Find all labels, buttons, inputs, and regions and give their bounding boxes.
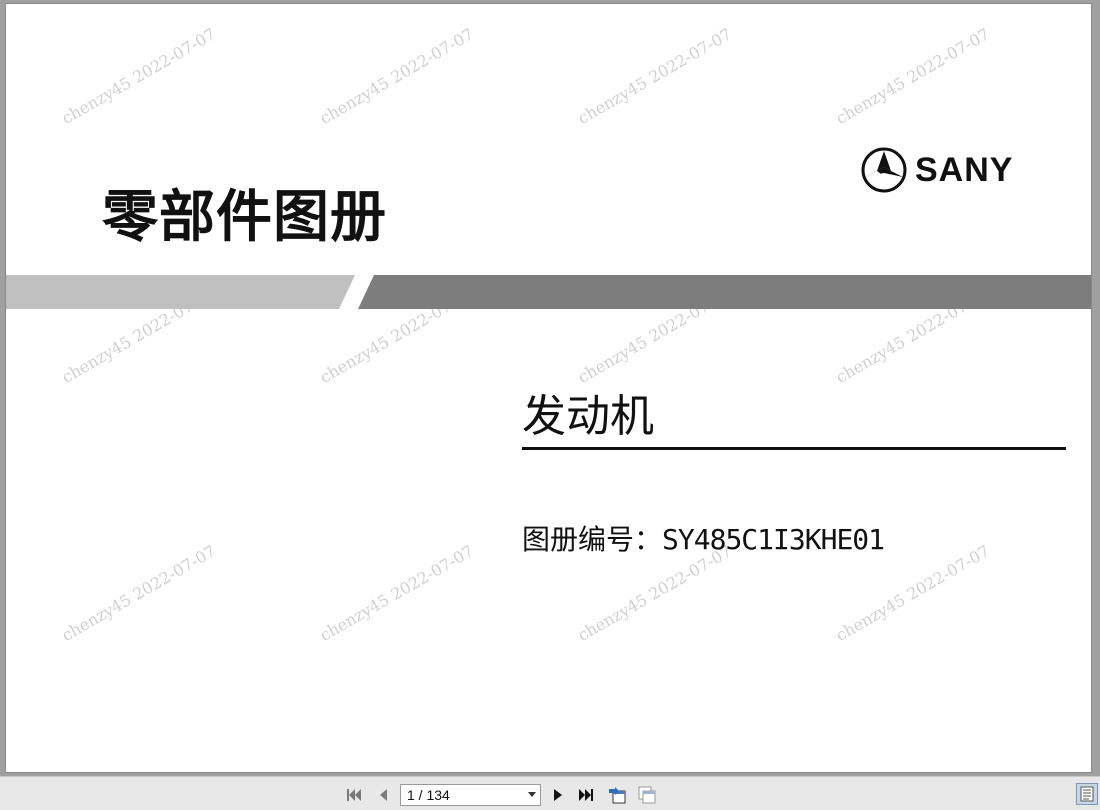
next-page-icon bbox=[554, 789, 562, 801]
watermark: chenzy45 2022-07-07 bbox=[58, 24, 219, 128]
watermark: chenzy45 2022-07-07 bbox=[316, 541, 477, 645]
page-view-button[interactable] bbox=[1076, 783, 1098, 805]
go-back-icon bbox=[609, 787, 626, 804]
viewer-toolbar: 1 / 134 bbox=[0, 776, 1100, 810]
document-title: 零部件图册 bbox=[102, 185, 387, 250]
go-forward-icon bbox=[638, 786, 656, 804]
previous-page-icon bbox=[380, 789, 387, 801]
catalog-number-value: SY485C1I3KHE01 bbox=[662, 523, 885, 556]
watermark: chenzy45 2022-07-07 bbox=[58, 541, 219, 645]
document-page: chenzy45 2022-07-07 chenzy45 2022-07-07 … bbox=[5, 3, 1092, 773]
section-title: 发动机 bbox=[522, 391, 654, 442]
catalog-number-line: 图册编号：SY485C1I3KHE01 bbox=[522, 518, 885, 558]
brand-logo: SANY bbox=[861, 144, 1013, 196]
last-page-icon bbox=[579, 789, 593, 801]
watermark: chenzy45 2022-07-07 bbox=[832, 24, 993, 128]
go-forward-button[interactable] bbox=[636, 784, 658, 806]
title-underline bbox=[522, 447, 1066, 450]
watermark: chenzy45 2022-07-07 bbox=[316, 24, 477, 128]
page-number-select[interactable]: 1 / 134 bbox=[400, 784, 541, 806]
go-back-button[interactable] bbox=[606, 784, 628, 806]
catalog-number-label: 图册编号： bbox=[522, 523, 663, 556]
header-band bbox=[6, 275, 1091, 309]
page-view-icon bbox=[1080, 786, 1094, 802]
brand-name: SANY bbox=[915, 150, 1014, 189]
next-page-button[interactable] bbox=[547, 784, 569, 806]
sany-emblem-icon bbox=[861, 147, 907, 193]
first-page-button[interactable] bbox=[344, 784, 366, 806]
previous-page-button[interactable] bbox=[372, 784, 394, 806]
last-page-button[interactable] bbox=[575, 784, 597, 806]
watermark: chenzy45 2022-07-07 bbox=[574, 24, 735, 128]
dropdown-arrow-icon bbox=[528, 792, 536, 797]
first-page-icon bbox=[347, 789, 361, 801]
page-indicator: 1 / 134 bbox=[407, 787, 450, 803]
